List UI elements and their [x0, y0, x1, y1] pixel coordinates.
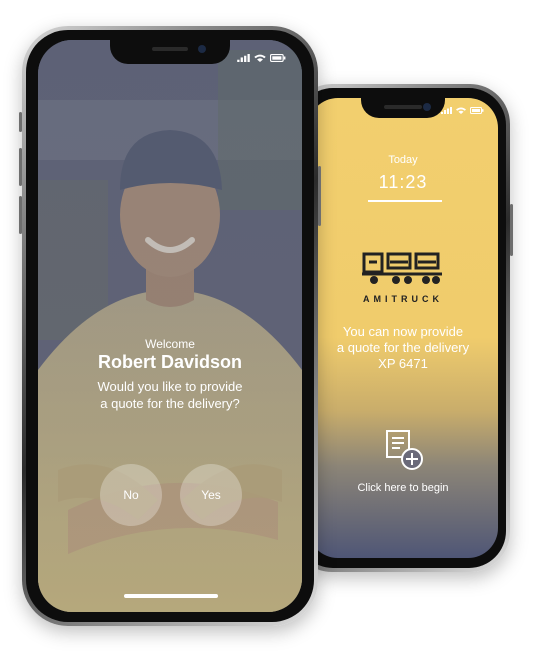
- wifi-icon: [254, 54, 266, 62]
- back-phone-screen: Today 11:23 AMITRUCK You can now provide…: [308, 98, 498, 558]
- quote-question: Would you like to provide a quote for th…: [38, 378, 302, 412]
- front-phone-notch: [110, 40, 230, 64]
- no-button[interactable]: No: [100, 464, 162, 526]
- front-phone: Welcome Robert Davidson Would you like t…: [19, 26, 321, 626]
- clock-time: 11:23: [378, 172, 428, 192]
- speaker: [384, 105, 422, 109]
- time-divider: [368, 200, 442, 202]
- date-label: Today: [388, 154, 418, 166]
- quote-message-line3: XP 6471: [378, 356, 428, 371]
- speaker: [152, 47, 188, 51]
- welcome-label: Welcome: [145, 337, 195, 351]
- quote-question-line1: Would you like to provide: [97, 379, 243, 394]
- power-button: [510, 204, 513, 256]
- volume-up-button: [19, 148, 22, 186]
- quote-message-line2: a quote for the delivery: [336, 340, 470, 355]
- brand-name: AMITRUCK: [363, 294, 443, 304]
- power-button: [318, 166, 321, 226]
- begin-link[interactable]: Click here to begin: [308, 482, 498, 494]
- back-phone: Today 11:23 AMITRUCK You can now provide…: [292, 84, 513, 572]
- user-name: Robert Davidson: [97, 352, 243, 372]
- signal-icon: [441, 107, 452, 114]
- front-phone-screen: Welcome Robert Davidson Would you like t…: [38, 40, 302, 612]
- back-phone-notch: [361, 98, 445, 118]
- truck-logo-icon: [362, 252, 442, 284]
- courier-photo: [38, 40, 302, 612]
- home-indicator[interactable]: [124, 594, 218, 598]
- yes-button[interactable]: Yes: [180, 464, 242, 526]
- camera: [423, 103, 431, 111]
- wifi-icon: [456, 107, 466, 114]
- mute-switch: [19, 112, 22, 132]
- quote-message-line1: You can now provide: [342, 324, 464, 339]
- quote-message: You can now provide a quote for the deli…: [308, 324, 498, 372]
- back-status-bar: [441, 107, 484, 114]
- document-add-icon[interactable]: [383, 428, 427, 472]
- battery-icon: [470, 107, 484, 114]
- signal-icon: [237, 54, 250, 62]
- quote-question-line2: a quote for the delivery?: [100, 396, 240, 411]
- camera: [198, 45, 206, 53]
- battery-icon: [270, 54, 286, 62]
- volume-down-button: [19, 196, 22, 234]
- front-status-bar: [237, 54, 286, 62]
